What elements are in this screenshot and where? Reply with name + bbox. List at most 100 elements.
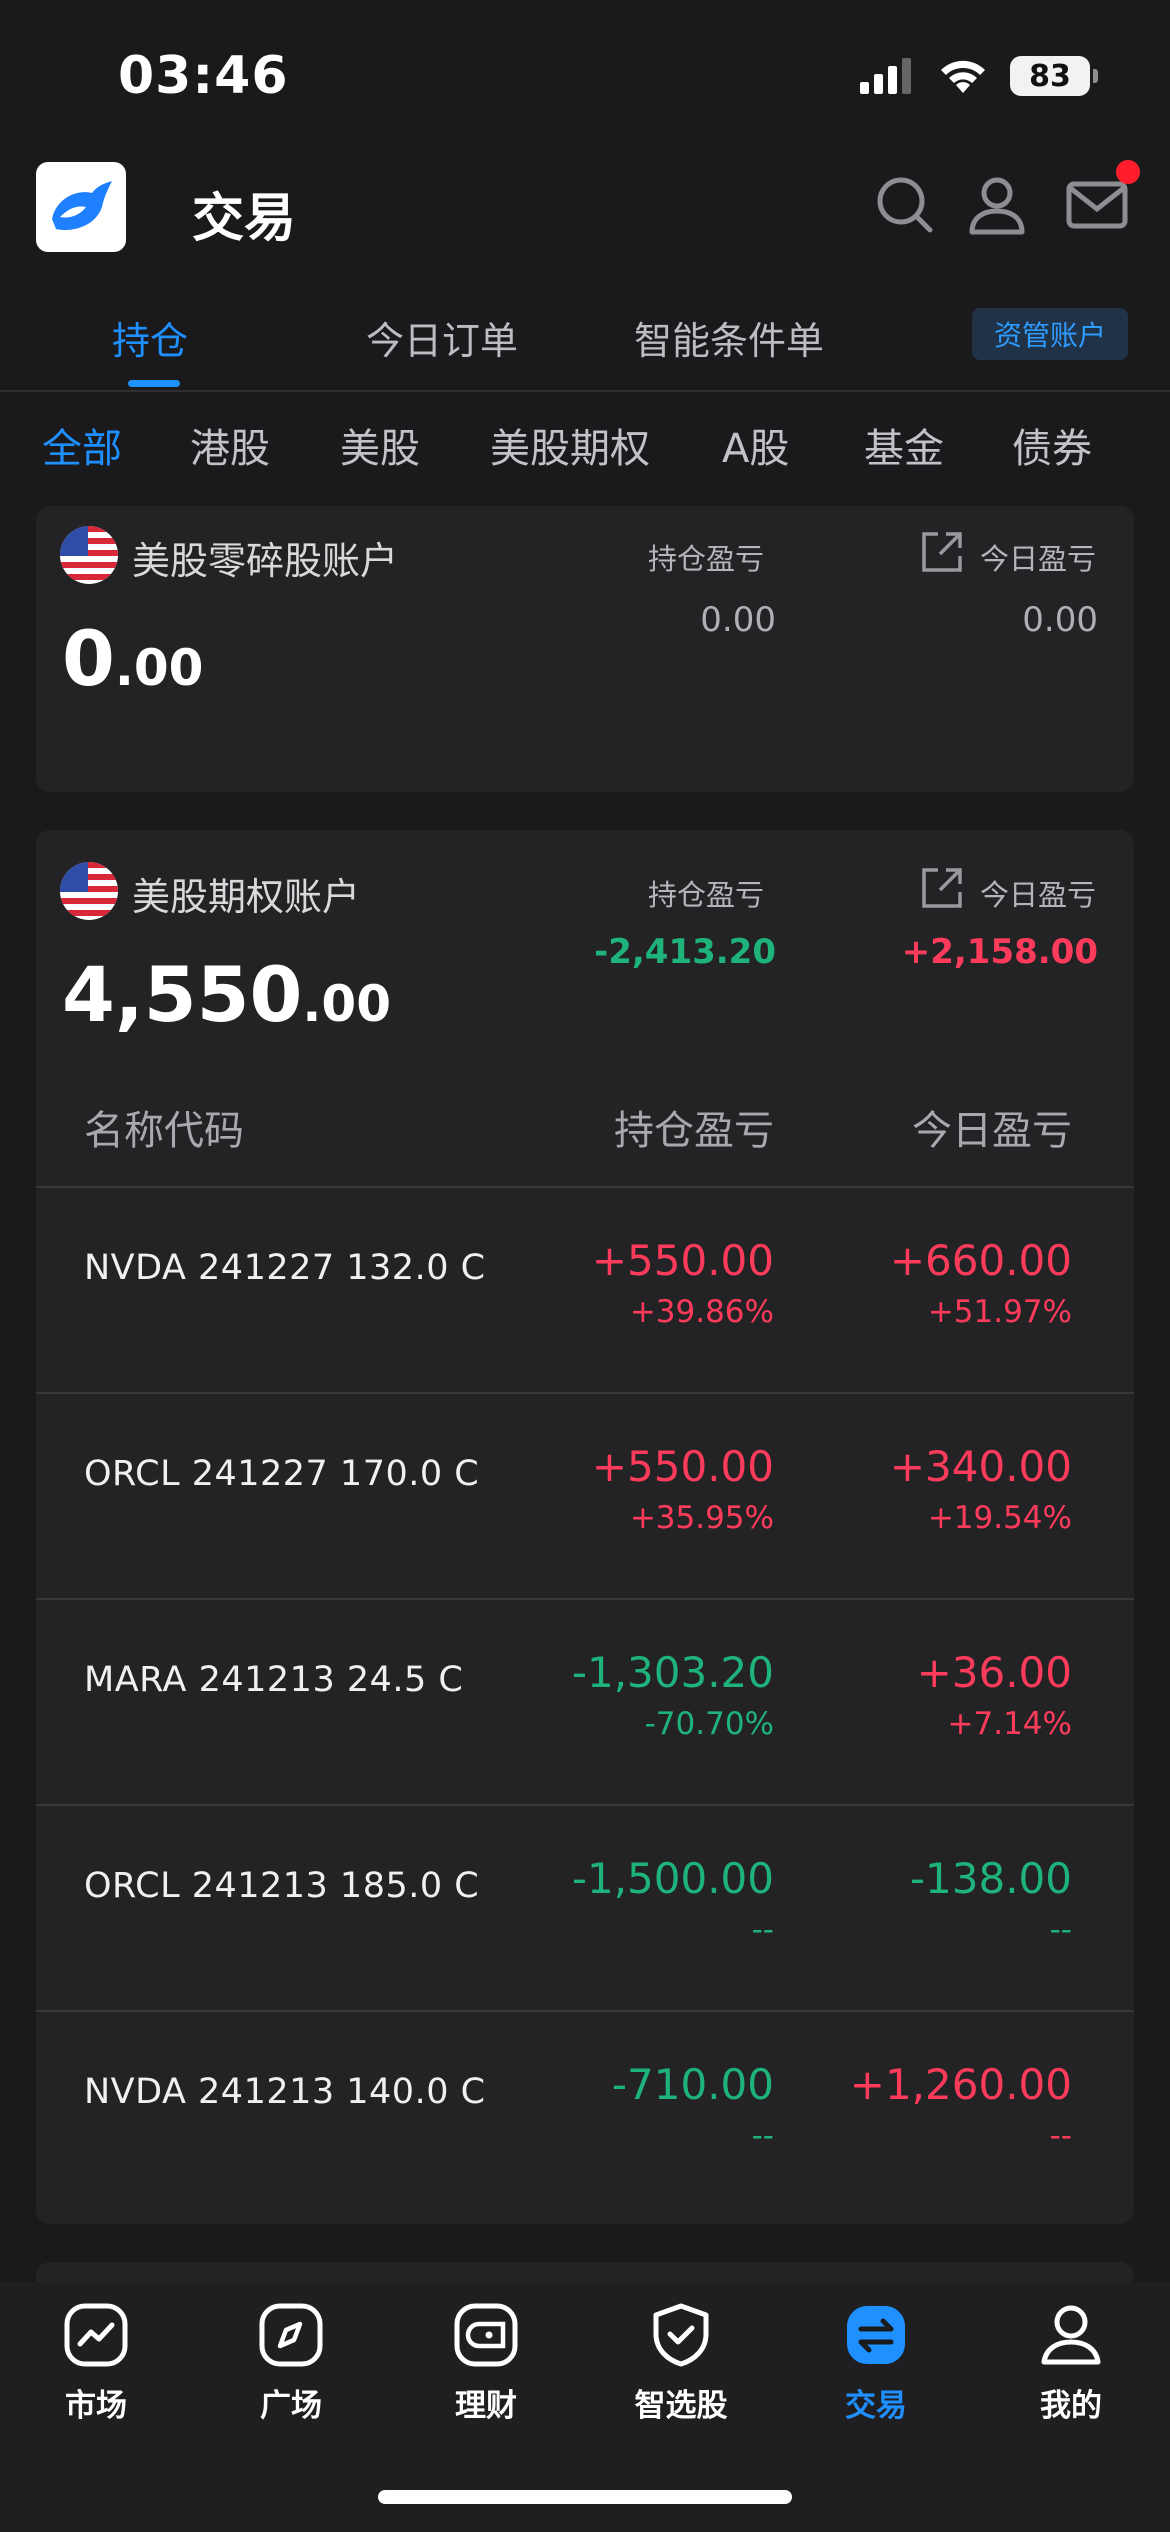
balance-integer: 4,550 — [62, 950, 303, 1039]
table-row[interactable]: NVDA 241227 132.0 C +550.00 +39.86% +660… — [36, 1188, 1134, 1394]
table-row[interactable]: NVDA 241213 140.0 C -710.00 -- +1,260.00… — [36, 2012, 1134, 2218]
nav-label: 我的 — [1040, 2388, 1102, 2424]
filter-hk[interactable]: 港股 — [190, 416, 270, 474]
nav-label: 广场 — [260, 2388, 322, 2424]
notification-badge — [1116, 160, 1140, 184]
position-pnl-amount: +550.00 — [591, 1236, 774, 1285]
app-header: 交易 — [0, 150, 1170, 280]
tab-today-orders[interactable]: 今日订单 — [366, 310, 518, 365]
page-title: 交易 — [192, 189, 297, 249]
nav-label: 交易 — [845, 2388, 907, 2424]
today-pnl-percent: +19.54% — [927, 1500, 1072, 1536]
mail-icon — [1066, 181, 1128, 229]
today-pnl-label: 今日盈亏 — [980, 878, 1097, 912]
status-bar: 03:46 83 — [0, 0, 1170, 150]
account-card-options: 美股期权账户 4,550.00 持仓盈亏 -2,413.20 今日盈亏 +2,1… — [36, 830, 1134, 2224]
user-icon — [969, 177, 1025, 235]
account-card-fractional[interactable]: 美股零碎股账户 0.00 持仓盈亏 0.00 今日盈亏 0.00 — [36, 506, 1134, 792]
position-pnl-label: 持仓盈亏 — [648, 542, 765, 576]
today-pnl-percent: +7.14% — [947, 1706, 1072, 1742]
market-filter-bar: 全部 港股 美股 美股期权 A股 基金 债券 — [0, 400, 1170, 490]
contract-name: MARA 241213 24.5 C — [84, 1660, 464, 1700]
today-pnl-percent: -- — [1049, 2118, 1072, 2154]
compass-icon — [259, 2303, 323, 2367]
external-link-icon[interactable] — [920, 866, 964, 910]
cellular-signal-icon — [860, 58, 911, 94]
us-flag-icon — [60, 526, 118, 584]
today-pnl-value: 0.00 — [1022, 600, 1098, 640]
position-pnl-percent: +39.86% — [629, 1294, 774, 1330]
account-name: 美股期权账户 — [132, 875, 361, 919]
contract-name: ORCL 241227 170.0 C — [84, 1454, 480, 1494]
trade-icon — [847, 2306, 905, 2364]
account-name: 美股零碎股账户 — [132, 539, 399, 583]
contract-name: NVDA 241213 140.0 C — [84, 2072, 486, 2112]
battery-indicator: 83 — [1010, 56, 1098, 96]
position-pnl-amount: -710.00 — [611, 2060, 774, 2109]
position-pnl-amount: +550.00 — [591, 1442, 774, 1491]
today-pnl-label: 今日盈亏 — [980, 542, 1097, 576]
filter-funds[interactable]: 基金 — [864, 416, 944, 474]
nav-label: 理财 — [455, 2388, 517, 2424]
home-indicator[interactable] — [378, 2490, 792, 2504]
table-row[interactable]: ORCL 241227 170.0 C +550.00 +35.95% +340… — [36, 1394, 1134, 1600]
column-position-pnl[interactable]: 持仓盈亏 — [614, 1098, 774, 1156]
contract-name: ORCL 241213 185.0 C — [84, 1866, 480, 1906]
nav-smart-pick[interactable]: 智选股 — [611, 2302, 751, 2425]
balance-decimal: .00 — [114, 639, 204, 697]
account-balance: 4,550.00 — [62, 950, 391, 1039]
external-link-icon[interactable] — [920, 530, 964, 574]
search-icon — [877, 177, 933, 233]
filter-us[interactable]: 美股 — [340, 416, 420, 474]
wallet-icon — [454, 2303, 518, 2367]
balance-decimal: .00 — [302, 975, 391, 1033]
filter-all[interactable]: 全部 — [42, 416, 122, 474]
account-balance: 0.00 — [62, 614, 203, 703]
nav-trade[interactable]: 交易 — [806, 2302, 946, 2425]
user-icon — [1041, 2305, 1101, 2365]
position-pnl-value: -2,413.20 — [594, 932, 776, 972]
position-pnl-percent: +35.95% — [629, 1500, 774, 1536]
table-row[interactable]: ORCL 241213 185.0 C -1,500.00 -- -138.00… — [36, 1806, 1134, 2012]
shield-check-icon — [653, 2303, 709, 2367]
today-pnl-amount: +340.00 — [889, 1442, 1072, 1491]
wifi-icon — [941, 60, 985, 93]
column-today-pnl[interactable]: 今日盈亏 — [912, 1098, 1072, 1156]
table-row[interactable]: MARA 241213 24.5 C -1,303.20 -70.70% +36… — [36, 1600, 1134, 1806]
filter-us-options[interactable]: 美股期权 — [490, 416, 650, 474]
today-pnl-percent: -- — [1049, 1912, 1072, 1948]
contract-name: NVDA 241227 132.0 C — [84, 1248, 486, 1288]
today-pnl-percent: +51.97% — [927, 1294, 1072, 1330]
nav-market[interactable]: 市场 — [26, 2302, 166, 2425]
today-pnl-amount: +660.00 — [889, 1236, 1072, 1285]
search-button[interactable] — [870, 170, 940, 240]
position-pnl-percent: -- — [751, 2118, 774, 2154]
position-pnl-percent: -70.70% — [644, 1706, 774, 1742]
today-pnl-amount: +36.00 — [916, 1648, 1072, 1697]
positions-table-header: 名称代码 持仓盈亏 今日盈亏 — [36, 1068, 1134, 1188]
filter-a-share[interactable]: A股 — [722, 416, 789, 474]
status-icons: 83 — [860, 56, 1098, 96]
us-flag-icon — [60, 862, 118, 920]
active-tab-indicator — [128, 380, 180, 387]
app-logo — [36, 162, 126, 252]
profile-button[interactable] — [962, 170, 1032, 240]
chart-icon — [64, 2303, 128, 2367]
nav-me[interactable]: 我的 — [1001, 2302, 1141, 2425]
tab-smart-orders[interactable]: 智能条件单 — [634, 310, 824, 365]
tab-holdings[interactable]: 持仓 — [112, 310, 188, 365]
position-pnl-percent: -- — [751, 1912, 774, 1948]
asset-account-button[interactable]: 资管账户 — [972, 308, 1128, 360]
nav-plaza[interactable]: 广场 — [221, 2302, 361, 2425]
filter-bonds[interactable]: 债券 — [1012, 416, 1092, 474]
messages-button[interactable] — [1062, 160, 1140, 240]
main-tabs: 持仓 今日订单 智能条件单 资管账户 — [0, 292, 1170, 392]
position-pnl-label: 持仓盈亏 — [648, 878, 765, 912]
nav-label: 市场 — [65, 2388, 127, 2424]
balance-integer: 0 — [62, 614, 115, 703]
position-pnl-value: 0.00 — [700, 600, 776, 640]
today-pnl-amount: +1,260.00 — [849, 2060, 1072, 2109]
column-name-code: 名称代码 — [84, 1108, 244, 1154]
nav-wealth[interactable]: 理财 — [416, 2302, 556, 2425]
today-pnl-value: +2,158.00 — [901, 932, 1098, 972]
